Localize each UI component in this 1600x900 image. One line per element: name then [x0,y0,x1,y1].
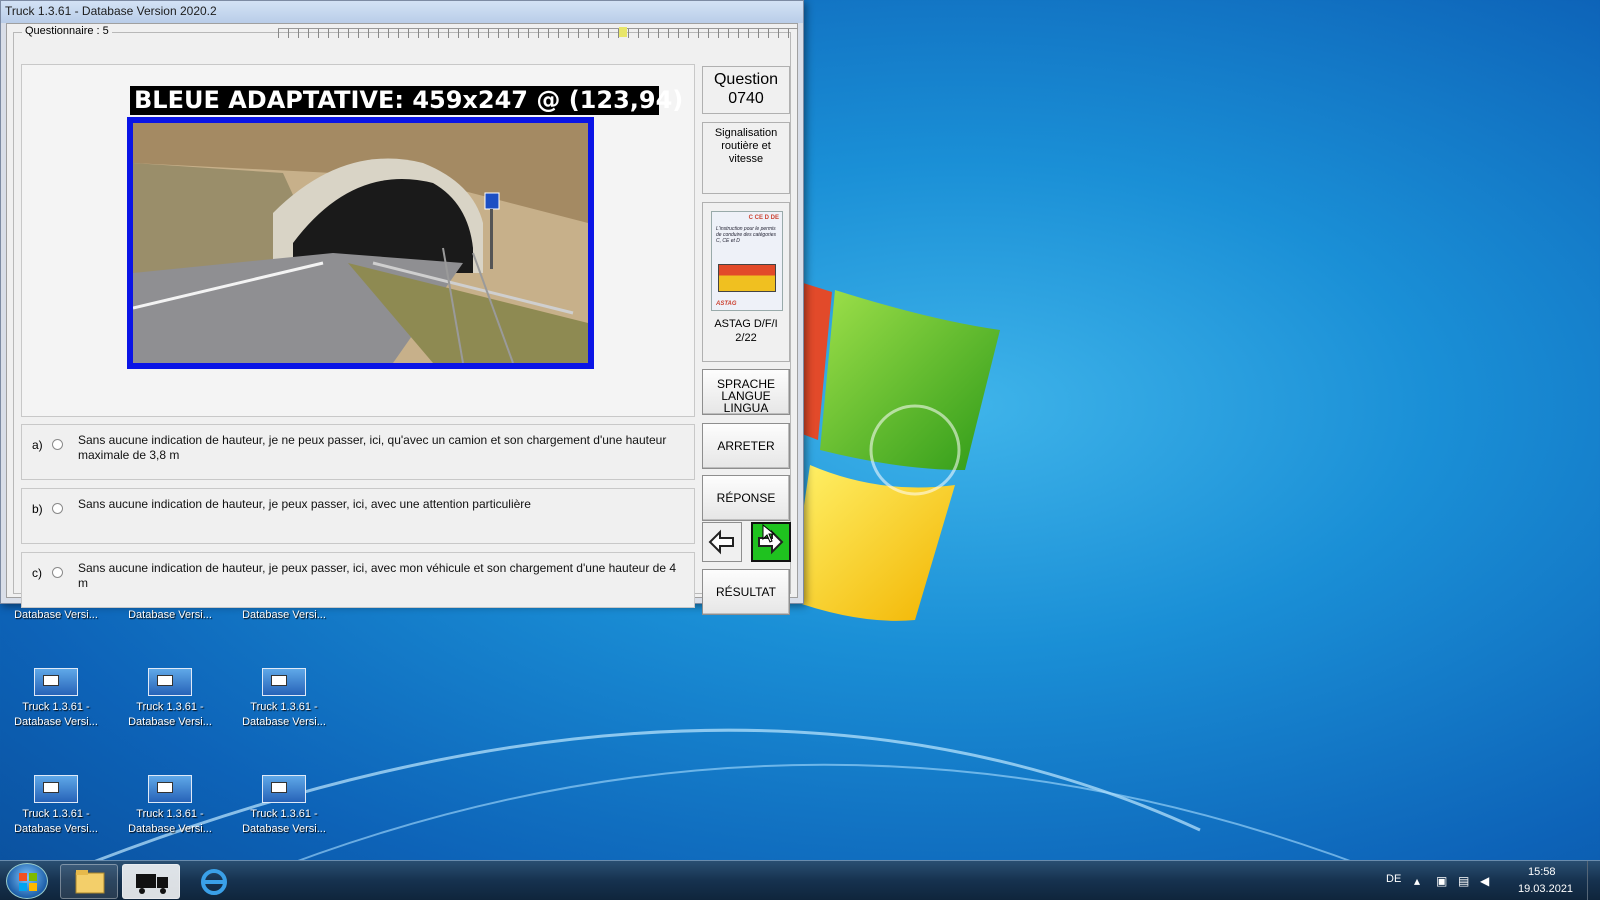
truck-app-icon [148,668,192,696]
answer-c[interactable]: c) Sans aucune indication de hauteur, je… [21,552,695,608]
network-icon[interactable]: ▤ [1458,874,1469,888]
question-number: 0740 [728,90,764,107]
internet-explorer-icon [201,869,227,895]
answer-a-radio[interactable] [52,439,63,450]
language-button[interactable]: SPRACHE LANGUE LINGUA [702,369,790,415]
question-category-box: Signalisation routière et vitesse [702,122,790,194]
desktop-icon-truck[interactable]: Truck 1.3.61 - Database Versi... [10,775,102,837]
desktop-icon-partial[interactable]: Database Versi... [10,608,102,623]
answer-text: Sans aucune indication de hauteur, je pe… [78,497,531,511]
progress-marker [619,27,627,37]
desktop-icon-label: Database Versi... [242,609,326,621]
stop-button[interactable]: ARRETER [702,423,790,469]
truck-app-icon [262,775,306,803]
desktop-icon-label-1: Truck 1.3.61 - [22,701,90,713]
desktop-icon-label-1: Truck 1.3.61 - [250,701,318,713]
answer-text: Sans aucune indication de hauteur, je pe… [78,561,677,590]
book-cover-badges: C CE D DE [748,215,779,221]
result-button[interactable]: RÉSULTAT [702,569,790,615]
desktop-icon-truck[interactable]: Truck 1.3.61 - Database Versi... [10,668,102,730]
windows-logo-icon [19,873,37,891]
book-cover-text: L'instruction pour le permis de conduire… [716,226,777,244]
taskbar: DE ▴ ▣ ▤ ◀ 15:58 19.03.2021 [0,860,1600,900]
desktop-icon-label-1: Truck 1.3.61 - [250,808,318,820]
desktop-icon-label-1: Truck 1.3.61 - [22,808,90,820]
answer-button[interactable]: RÉPONSE [702,475,790,521]
answer-c-radio[interactable] [52,567,63,578]
desktop-icon-truck[interactable]: Truck 1.3.61 - Database Versi... [238,775,330,837]
tunnel-photo-image [133,123,588,363]
window-titlebar[interactable]: Truck 1.3.61 - Database Version 2020.2 [1,1,803,23]
book-label-line-1: ASTAG D/F/I [714,318,778,330]
desktop-icon-partial[interactable]: Database Versi... [238,608,330,623]
overlay-label: BLEUE ADAPTATIVE: 459x247 @ (123,94) [130,86,683,115]
window-client-area: Questionnaire : 5 BLEUE ADAPTATIVE: 459x… [6,23,798,615]
desktop-icon-label: Database Versi... [14,609,98,621]
clock-time[interactable]: 15:58 [1528,866,1556,878]
book-label-line-2: 2/22 [735,332,757,344]
tray-expand-icon[interactable]: ▴ [1414,874,1420,888]
category-line-1: Signalisation [714,127,778,139]
book-cover-brand: ASTAG [716,301,737,307]
taskbar-internet-explorer[interactable] [184,864,242,899]
desktop-icon-label-2: Database Versi... [14,716,98,728]
questionnaire-label: Questionnaire : 5 [22,25,112,37]
answer-letter: a) [32,438,43,452]
truck-app-icon [34,775,78,803]
reference-book-box: C CE D DE L'instruction pour le permis d… [702,202,790,362]
answer-b[interactable]: b) Sans aucune indication de hauteur, je… [21,488,695,544]
language-label-it: LINGUA [723,401,769,415]
desktop-icon-label-2: Database Versi... [242,716,326,728]
desktop-icon-label-1: Truck 1.3.61 - [136,701,204,713]
desktop-icon-label-2: Database Versi... [14,823,98,835]
input-language[interactable]: DE [1386,873,1401,885]
desktop-icon-truck[interactable]: Truck 1.3.61 - Database Versi... [124,775,216,837]
previous-button[interactable] [702,522,742,562]
folder-icon [75,870,105,894]
desktop-icon-label: Database Versi... [128,609,212,621]
arrow-left-icon [708,529,734,555]
desktop-icon-partial[interactable]: Database Versi... [124,608,216,623]
start-button[interactable] [6,863,48,899]
progress-ticks [278,28,798,38]
truck-app-icon [34,668,78,696]
answer-letter: c) [32,566,42,580]
app-window: Truck 1.3.61 - Database Version 2020.2 Q… [0,0,804,615]
taskbar-truck-app[interactable] [122,864,180,899]
answer-text: Sans aucune indication de hauteur, je ne… [78,433,667,462]
question-label: Question [713,71,779,88]
truck-icon [136,874,168,894]
book-label: ASTAG D/F/I 2/22 [703,317,789,345]
desktop-icon-label-1: Truck 1.3.61 - [136,808,204,820]
category-line-2: routière et vitesse [721,140,771,165]
show-desktop-button[interactable] [1587,861,1600,900]
answer-a[interactable]: a) Sans aucune indication de hauteur, je… [21,424,695,480]
clock-date[interactable]: 19.03.2021 [1518,883,1573,895]
desktop-icon-label-2: Database Versi... [128,716,212,728]
answer-b-radio[interactable] [52,503,63,514]
tray-device-icon[interactable]: ▣ [1436,874,1447,888]
desktop-icon-label-2: Database Versi... [242,823,326,835]
bus-image [718,264,776,292]
volume-icon[interactable]: ◀ [1480,874,1489,888]
desktop-icon-label-2: Database Versi... [128,823,212,835]
answer-letter: b) [32,502,43,516]
truck-app-icon [262,668,306,696]
desktop-icon-truck[interactable]: Truck 1.3.61 - Database Versi... [238,668,330,730]
question-number-box: Question 0740 [702,66,790,114]
desktop-icon-truck[interactable]: Truck 1.3.61 - Database Versi... [124,668,216,730]
taskbar-explorer[interactable] [60,864,118,899]
window-title: Truck 1.3.61 - Database Version 2020.2 [5,4,217,18]
book-cover-image: C CE D DE L'instruction pour le permis d… [711,211,783,311]
question-photo [127,117,594,369]
truck-app-icon [148,775,192,803]
mouse-cursor-icon [762,524,776,543]
